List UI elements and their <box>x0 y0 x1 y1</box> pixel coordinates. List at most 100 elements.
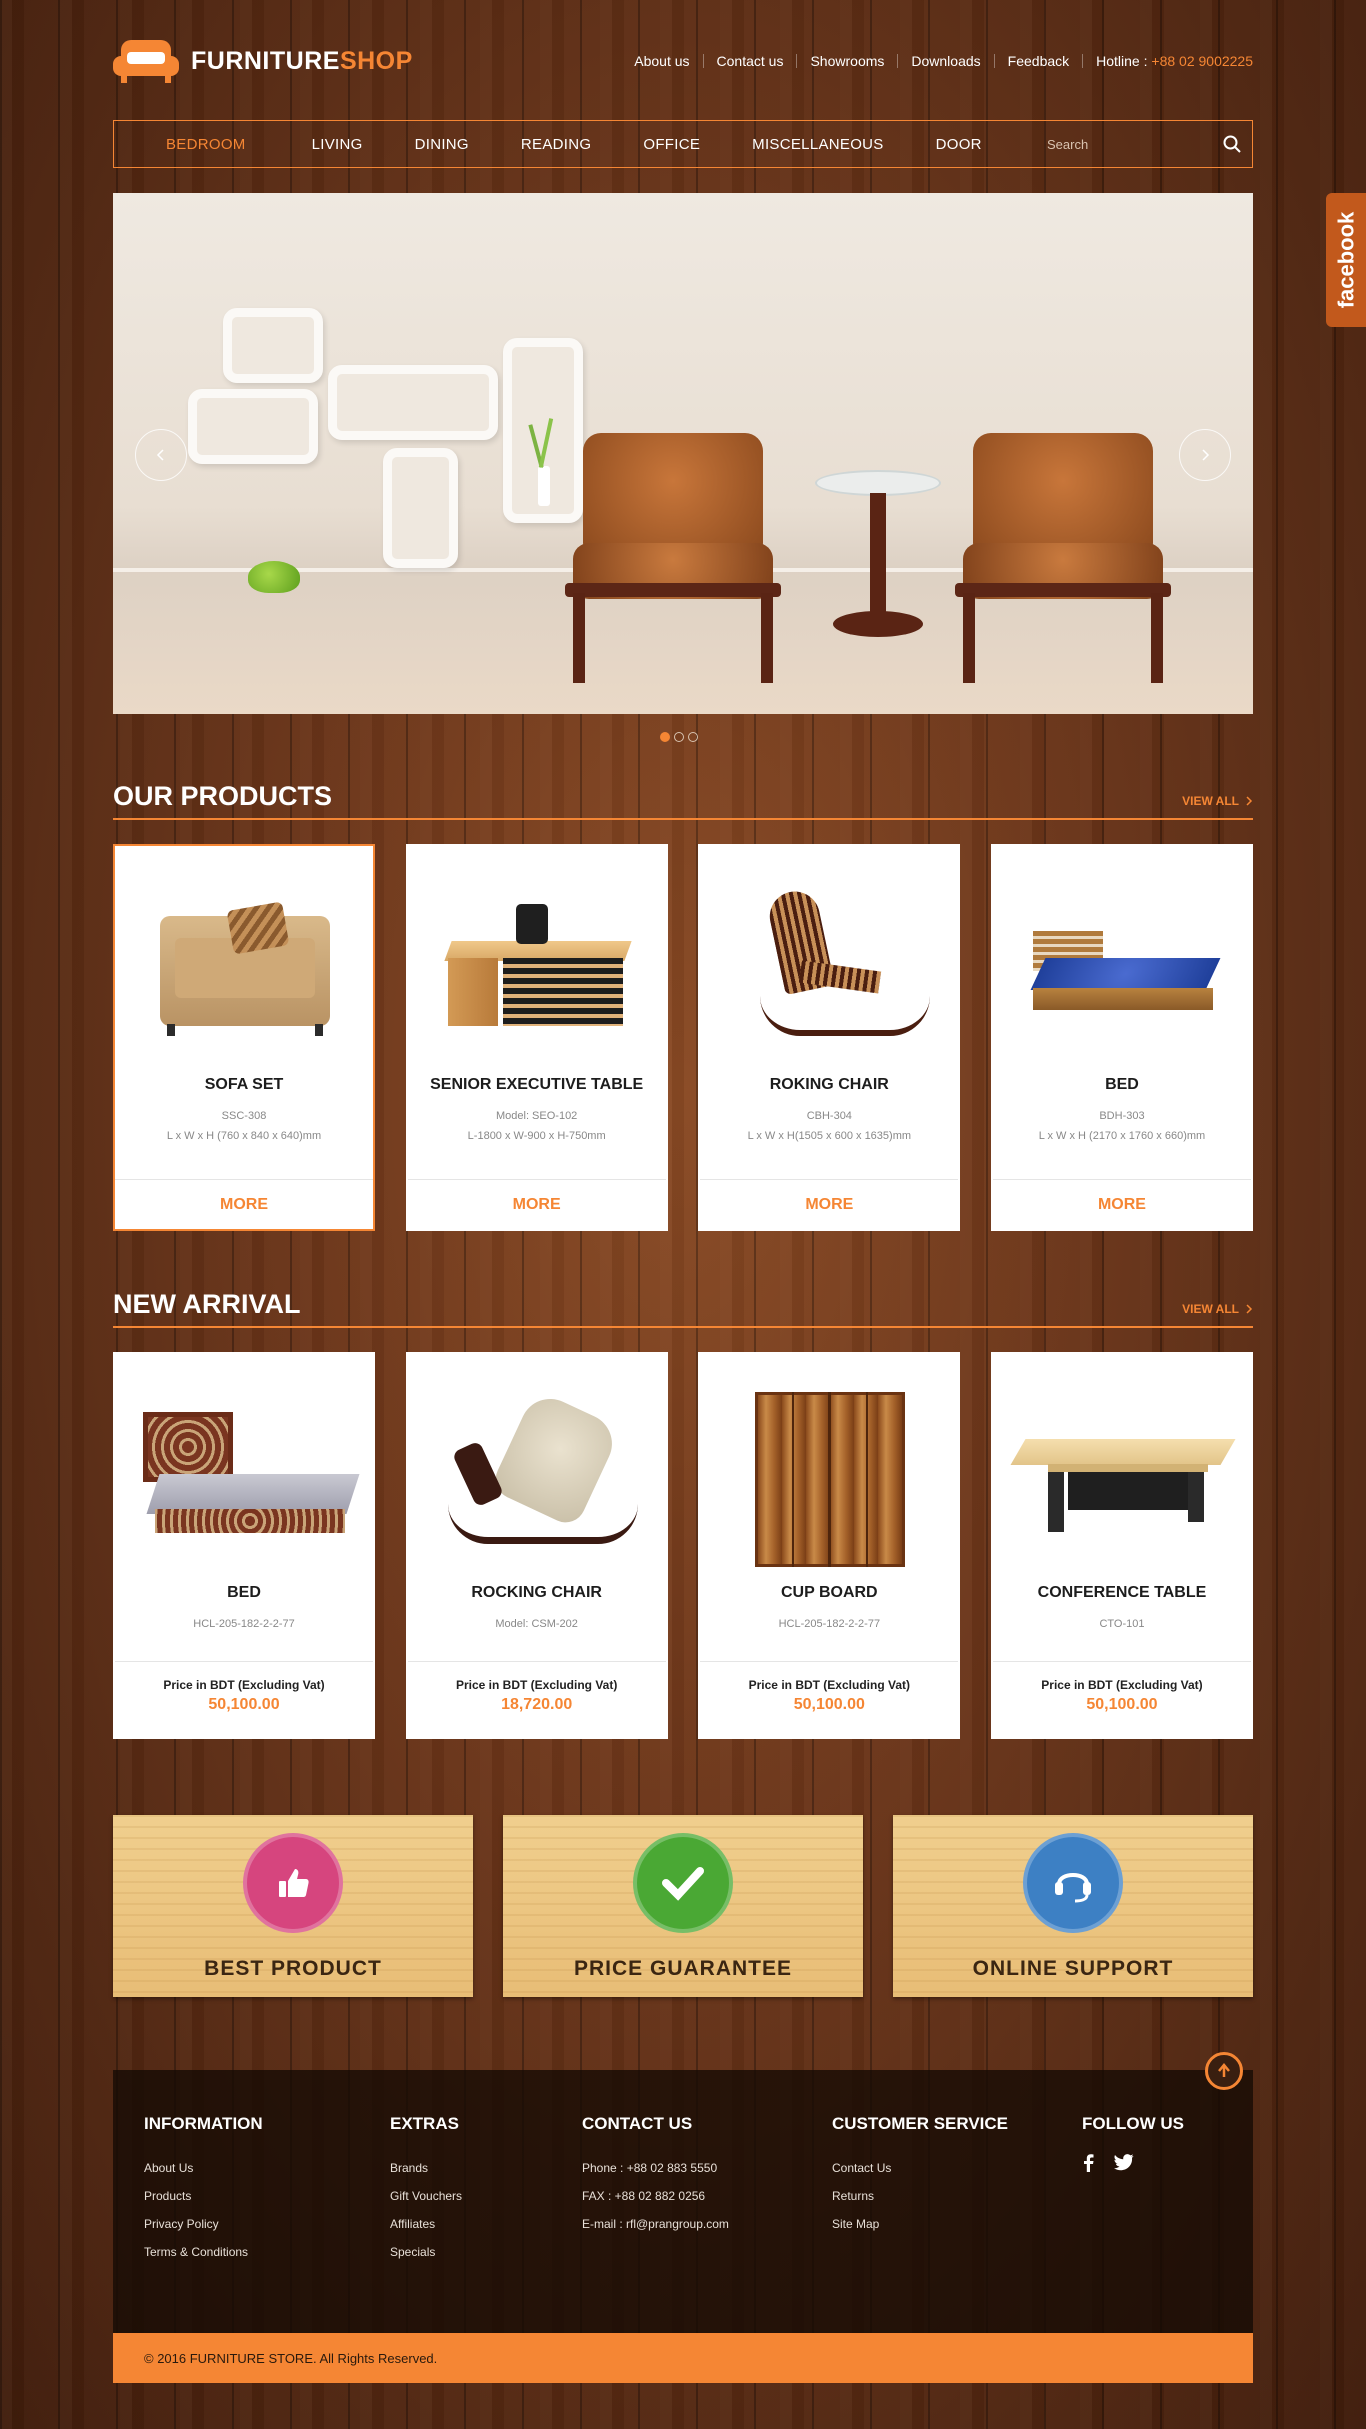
arrival-card[interactable]: CONFERENCE TABLE CTO-101 Price in BDT (E… <box>990 1352 1253 1739</box>
top-link-feedback[interactable]: Feedback <box>993 54 1082 68</box>
feature-label: BEST PRODUCT <box>204 1957 382 1980</box>
brand-name-part1: FURNITURE <box>191 46 340 75</box>
more-button[interactable]: MORE <box>115 1179 373 1229</box>
facebook-icon[interactable] <box>1082 2154 1094 2172</box>
footer-link[interactable]: Contact Us <box>832 2154 1008 2182</box>
product-card[interactable]: SENIOR EXECUTIVE TABLE Model: SEO-102 L-… <box>405 844 668 1231</box>
footer-link[interactable]: Gift Vouchers <box>390 2182 462 2210</box>
chevron-right-icon <box>1246 1304 1253 1314</box>
feature-best-product[interactable]: BEST PRODUCT <box>113 1815 473 1997</box>
side-table-base <box>833 611 923 637</box>
footer-link[interactable]: Brands <box>390 2154 462 2182</box>
feature-price-guarantee[interactable]: PRICE GUARANTEE <box>503 1815 863 1997</box>
more-button[interactable]: MORE <box>992 1179 1251 1229</box>
product-card[interactable]: BED BDH-303 L x W x H (2170 x 1760 x 660… <box>990 844 1253 1231</box>
footer-heading: FOLLOW US <box>1082 2114 1184 2133</box>
brand-name-part2: SHOP <box>339 46 413 75</box>
arrival-card[interactable]: BED HCL-205-182-2-2-77 Price in BDT (Exc… <box>113 1352 375 1739</box>
product-model: BDH-303 <box>1099 1110 1145 1122</box>
view-all-link[interactable]: VIEW ALL <box>1182 794 1253 808</box>
footer-link[interactable]: Terms & Conditions <box>144 2238 263 2266</box>
arrival-card[interactable]: CUP BOARD HCL-205-182-2-2-77 Price in BD… <box>698 1352 961 1739</box>
footer-extras: EXTRAS Brands Gift Vouchers Affiliates S… <box>390 2114 462 2266</box>
arrow-up-icon <box>1218 2063 1230 2077</box>
slider-dot[interactable] <box>674 732 684 742</box>
section-title: NEW ARRIVAL <box>113 1289 301 1319</box>
product-model: CTO-101 <box>1099 1618 1145 1630</box>
product-name: SENIOR EXECUTIVE TABLE <box>430 1076 644 1093</box>
footer-heading: INFORMATION <box>144 2114 263 2133</box>
side-table-stem <box>870 493 886 623</box>
search-input[interactable] <box>1037 136 1197 152</box>
conference-table-image <box>993 1354 1251 1584</box>
slider-prev-button[interactable] <box>135 429 187 481</box>
hotline: Hotline : +88 02 9002225 <box>1082 54 1253 68</box>
price-value: 50,100.00 <box>793 1696 865 1713</box>
view-all-label: VIEW ALL <box>1182 1302 1239 1316</box>
more-button[interactable]: MORE <box>407 1179 666 1229</box>
footer-link[interactable]: Affiliates <box>390 2210 462 2238</box>
brand-name: FURNITURESHOP <box>191 47 413 76</box>
price-value: 50,100.00 <box>1086 1696 1158 1713</box>
nav-item-door[interactable]: DOOR <box>910 136 1008 153</box>
check-icon <box>633 1833 733 1933</box>
footer-information: INFORMATION About Us Products Privacy Po… <box>144 2114 263 2266</box>
nav-item-living[interactable]: LIVING <box>286 136 389 153</box>
wall-shelf <box>188 389 318 464</box>
new-arrival-header: NEW ARRIVAL VIEW ALL <box>113 1289 1253 1328</box>
cupboard-image <box>700 1354 958 1584</box>
nav-item-bedroom[interactable]: BEDROOM <box>114 136 286 153</box>
footer-link[interactable]: Returns <box>832 2182 1008 2210</box>
section-title: OUR PRODUCTS <box>113 781 333 811</box>
executive-table-image <box>408 846 666 1076</box>
search-icon[interactable] <box>1212 124 1252 164</box>
wall-shelf <box>328 365 498 440</box>
footer-link[interactable]: Specials <box>390 2238 462 2266</box>
price-label: Price in BDT (Excluding Vat) <box>163 1678 325 1692</box>
price-label: Price in BDT (Excluding Vat) <box>1041 1678 1203 1692</box>
arrival-card[interactable]: ROCKING CHAIR Model: CSM-202 Price in BD… <box>405 1352 668 1739</box>
logo[interactable]: FURNITURESHOP <box>113 38 413 84</box>
product-card[interactable]: ROKING CHAIR CBH-304 L x W x H(1505 x 60… <box>698 844 961 1231</box>
contact-email[interactable]: E-mail : rfl@prangroup.com <box>582 2210 729 2238</box>
price-label: Price in BDT (Excluding Vat) <box>455 1678 618 1692</box>
slider-dot[interactable] <box>688 732 698 742</box>
nav-item-dining[interactable]: DINING <box>389 136 495 153</box>
feature-label: PRICE GUARANTEE <box>573 1957 793 1980</box>
footer-heading: CUSTOMER SERVICE <box>832 2114 1009 2133</box>
nav-item-reading[interactable]: READING <box>495 136 617 153</box>
top-links: About us Contact us Showrooms Downloads … <box>621 54 1253 68</box>
nav-item-miscellaneous[interactable]: MISCELLANEOUS <box>726 136 909 153</box>
price-box: Price in BDT (Excluding Vat) 50,100.00 <box>992 1661 1251 1737</box>
top-link-downloads[interactable]: Downloads <box>897 54 993 68</box>
feature-label: ONLINE SUPPORT <box>972 1957 1174 1980</box>
facebook-side-tab[interactable]: facebook <box>1326 193 1366 327</box>
contact-fax: FAX : +88 02 882 0256 <box>582 2189 706 2203</box>
more-button[interactable]: MORE <box>700 1179 959 1229</box>
twitter-icon[interactable] <box>1114 2154 1134 2171</box>
bed-image <box>115 1354 373 1584</box>
thumbs-up-icon <box>243 1833 343 1933</box>
feature-online-support[interactable]: ONLINE SUPPORT <box>893 1815 1253 1997</box>
slider-dot[interactable] <box>660 732 670 742</box>
slider-next-button[interactable] <box>1179 429 1231 481</box>
scroll-to-top-button[interactable] <box>1205 2052 1243 2090</box>
view-all-link[interactable]: VIEW ALL <box>1182 1302 1253 1316</box>
product-card[interactable]: SOFA SET SSC-308 L x W x H (760 x 840 x … <box>113 844 375 1231</box>
top-link-contact-us[interactable]: Contact us <box>702 54 797 68</box>
product-model: Model: CSM-202 <box>495 1618 578 1630</box>
footer-contact: CONTACT US Phone : +88 02 883 5550 FAX :… <box>582 2114 729 2238</box>
hotline-label: Hotline : <box>1096 53 1148 69</box>
wall-shelf <box>223 308 323 383</box>
hotline-number: +88 02 9002225 <box>1151 53 1253 69</box>
product-name: ROCKING CHAIR <box>471 1584 602 1601</box>
footer-link[interactable]: About Us <box>144 2154 263 2182</box>
footer-link[interactable]: Privacy Policy <box>144 2210 263 2238</box>
nav-item-office[interactable]: OFFICE <box>617 136 726 153</box>
footer-link[interactable]: Site Map <box>832 2210 1008 2238</box>
footer-link[interactable]: Products <box>144 2182 263 2210</box>
top-link-about-us[interactable]: About us <box>621 54 702 68</box>
price-box: Price in BDT (Excluding Vat) 18,720.00 <box>407 1661 666 1737</box>
product-model: HCL-205-182-2-2-77 <box>778 1618 881 1630</box>
top-link-showrooms[interactable]: Showrooms <box>796 54 897 68</box>
